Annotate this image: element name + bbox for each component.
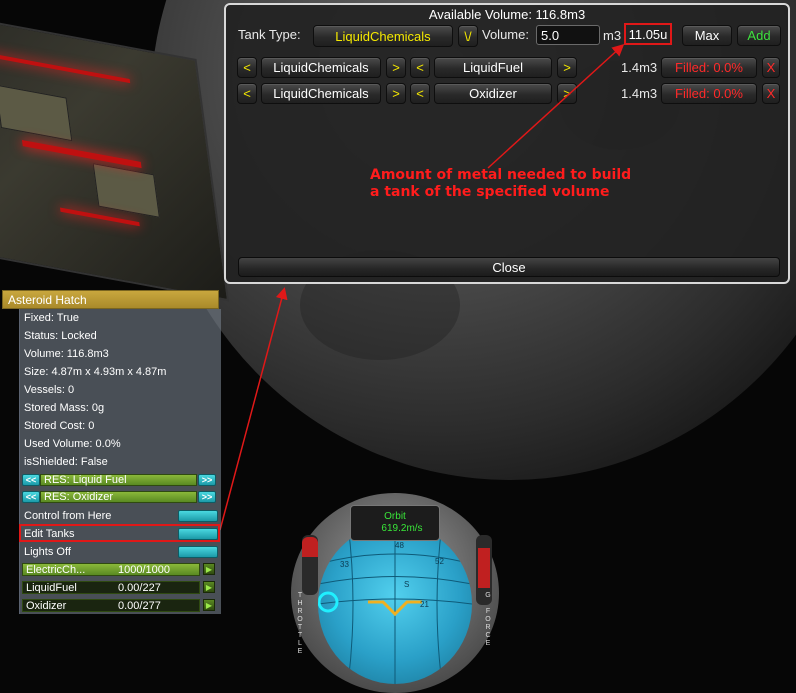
part-field-is-shielded: isShielded: False (24, 456, 108, 468)
volume-input[interactable] (536, 25, 600, 45)
play-icon[interactable]: ▶ (203, 581, 215, 593)
res-oxidizer-next-button[interactable]: >> (198, 491, 216, 503)
part-field-status: Status: Locked (24, 330, 97, 342)
control-from-here-button[interactable] (178, 510, 218, 522)
gauge-label: LiquidFuel (26, 582, 77, 594)
tank-volume: 1.4m3 (621, 86, 658, 101)
gauge-label: Oxidizer (26, 600, 67, 612)
gauge-liquid-fuel: LiquidFuel 0.00/227 (22, 581, 200, 594)
tank-type-label: Tank Type: (238, 27, 301, 42)
tank-editor-window: Available Volume: 116.8m3 Tank Type: Liq… (224, 3, 790, 284)
res-liquid-fuel-selector: RES: Liquid Fuel (40, 474, 197, 486)
next-resource-button[interactable]: > (557, 57, 577, 78)
metal-amount-readout: 11.05u (624, 23, 672, 45)
gforce-indicator (478, 548, 490, 588)
gauge-electric-charge: ElectricCh... 1000/1000 (22, 563, 200, 576)
throttle-indicator (302, 537, 318, 557)
volume-unit-label: m3 (603, 28, 622, 43)
prev-resource-button[interactable]: < (410, 83, 430, 104)
gauge-oxidizer: Oxidizer 0.00/277 (22, 599, 200, 612)
station-light (0, 51, 131, 84)
lights-off-label: Lights Off (24, 546, 71, 558)
play-icon[interactable]: ▶ (203, 599, 215, 611)
heading-tick: 21 (420, 600, 429, 609)
gauge-value: 1000/1000 (118, 564, 170, 576)
tank-filled-status: Filled: 0.0% (661, 57, 757, 78)
station-plate (0, 84, 73, 142)
prev-resource-button[interactable]: < (410, 57, 430, 78)
control-from-here-label: Control from Here (24, 510, 112, 522)
part-field-fixed: Fixed: True (24, 312, 80, 324)
part-field-stored-mass: Stored Mass: 0g (24, 402, 105, 414)
volume-label: Volume: (482, 27, 529, 42)
next-resource-button[interactable]: > (557, 83, 577, 104)
res-oxidizer-prev-button[interactable]: << (22, 491, 40, 503)
annotation-line: Amount of metal needed to build (370, 167, 632, 183)
part-field-vessels: Vessels: 0 (24, 384, 75, 396)
gforce-label: G FORCE (485, 592, 491, 647)
heading-tick: S (404, 580, 410, 589)
play-icon[interactable]: ▶ (203, 563, 215, 575)
annotation-text: Amount of metal needed to build a tank o… (370, 167, 631, 201)
tank-volume: 1.4m3 (621, 60, 658, 75)
prev-tank-type-button[interactable]: < (237, 83, 257, 104)
part-field-size: Size: 4.87m x 4.93m x 4.87m (24, 366, 167, 378)
resource-label: LiquidFuel (434, 57, 552, 78)
speed-readout: 619.2m/s (381, 523, 423, 534)
part-field-stored-cost: Stored Cost: 0 (24, 420, 95, 432)
speed-mode[interactable]: Orbit (350, 511, 440, 522)
next-tank-type-button[interactable]: > (386, 57, 406, 78)
station-plate (92, 163, 160, 218)
tank-type-label: LiquidChemicals (261, 57, 381, 78)
available-volume-title: Available Volume: 116.8m3 (428, 7, 586, 22)
add-button[interactable]: Add (737, 25, 781, 46)
lights-off-button[interactable] (178, 546, 218, 558)
max-button[interactable]: Max (682, 25, 732, 46)
tank-type-dropdown-button[interactable]: \/ (458, 25, 478, 47)
close-button[interactable]: Close (238, 257, 780, 277)
res-liquid-fuel-next-button[interactable]: >> (198, 474, 216, 486)
annotation-line: a tank of the specified volume (370, 184, 610, 200)
remove-tank-button[interactable]: X (762, 57, 780, 78)
heading-tick: 33 (340, 560, 349, 569)
part-field-volume: Volume: 116.8m3 (24, 348, 109, 360)
tank-type-label: LiquidChemicals (261, 83, 381, 104)
tank-filled-status: Filled: 0.0% (661, 83, 757, 104)
res-oxidizer-selector: RES: Oxidizer (40, 491, 197, 503)
gauge-value: 0.00/227 (118, 582, 161, 594)
throttle-label: THROTTLE (297, 592, 303, 655)
part-field-used-volume: Used Volume: 0.0% (24, 438, 121, 450)
heading-tick: 52 (435, 557, 444, 566)
station-light (21, 139, 142, 169)
heading-tick: 48 (395, 541, 404, 550)
remove-tank-button[interactable]: X (762, 83, 780, 104)
resource-label: Oxidizer (434, 83, 552, 104)
part-window-title[interactable]: Asteroid Hatch (2, 290, 219, 309)
gauge-label: ElectricCh... (26, 564, 86, 576)
gauge-value: 0.00/277 (118, 600, 161, 612)
next-tank-type-button[interactable]: > (386, 83, 406, 104)
prev-tank-type-button[interactable]: < (237, 57, 257, 78)
edit-tanks-highlight (19, 524, 220, 542)
res-liquid-fuel-prev-button[interactable]: << (22, 474, 40, 486)
tank-type-selector[interactable]: LiquidChemicals (313, 25, 453, 47)
